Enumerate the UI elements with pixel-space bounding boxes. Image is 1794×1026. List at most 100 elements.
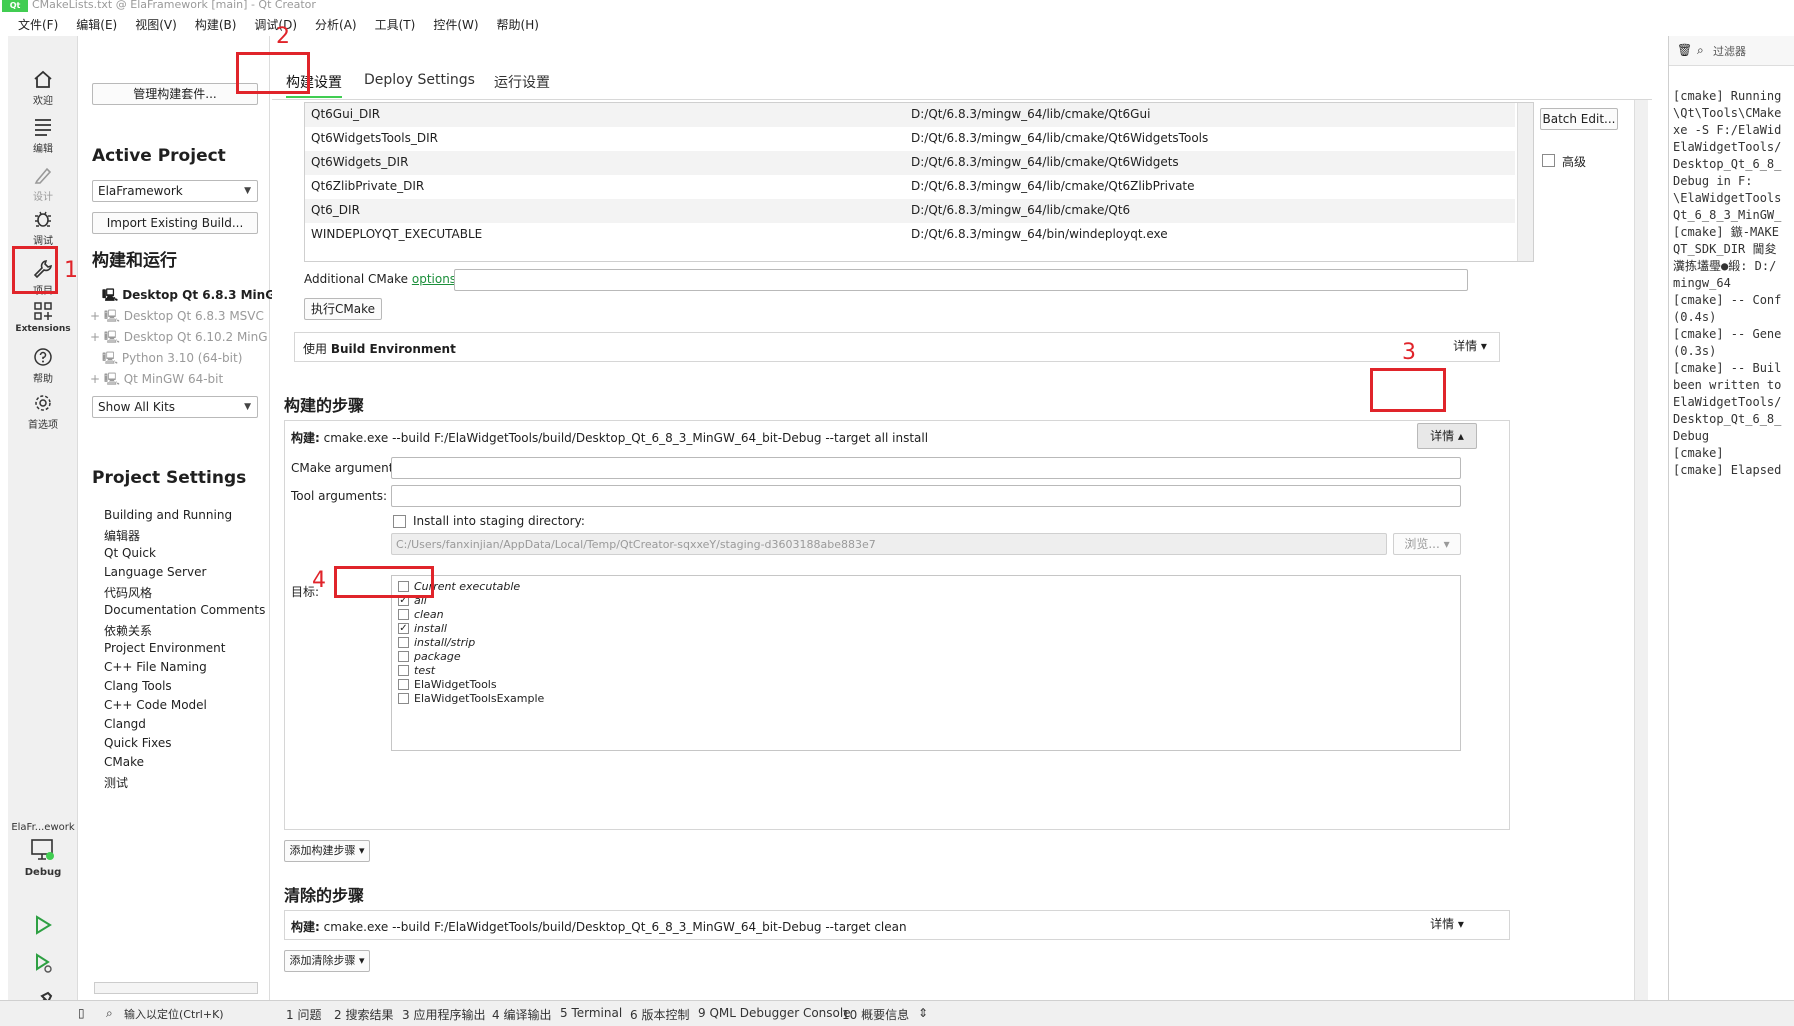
env-details-button[interactable]: 详情 ▾ (1445, 336, 1495, 358)
trash-icon[interactable]: 🗑 (1677, 43, 1692, 57)
sidebar-toggle-icon[interactable]: ▯ (78, 1006, 85, 1020)
settings-item[interactable]: Building and Running (104, 508, 232, 522)
target-checkbox[interactable] (398, 693, 409, 704)
advanced-checkbox[interactable] (1542, 154, 1555, 167)
add-clean-step-button[interactable]: 添加清除步骤 ▾ (284, 950, 370, 972)
table-scrollbar[interactable] (1517, 103, 1533, 261)
cmake-arguments-input[interactable] (391, 457, 1461, 479)
target-checkbox[interactable] (398, 609, 409, 620)
target-checkbox[interactable] (398, 651, 409, 662)
table-row[interactable]: Qt6ZlibPrivate_DIR D:/Qt/6.8.3/mingw_64/l… (305, 175, 1515, 199)
mode-extensions[interactable]: Extensions (8, 300, 78, 334)
menu-widgets[interactable]: 控件(W) (433, 16, 478, 34)
mode-debug[interactable]: 调试 (8, 208, 78, 247)
run-button[interactable] (8, 914, 78, 936)
target-checkbox[interactable]: ✓ (398, 623, 409, 634)
table-row[interactable]: Qt6WidgetsTools_DIR D:/Qt/6.8.3/mingw_64/… (305, 127, 1515, 151)
mode-welcome[interactable]: 欢迎 (8, 68, 78, 107)
menu-file[interactable]: 文件(F) (18, 16, 58, 34)
settings-item[interactable]: Documentation Comments (104, 603, 265, 617)
target-label: ElaWidgetTools (414, 678, 497, 691)
table-row[interactable]: Qt6Gui_DIR D:/Qt/6.8.3/mingw_64/lib/cmake… (305, 103, 1515, 127)
details-label: 详情 (1453, 339, 1478, 353)
run-cmake-button[interactable]: 执行CMake (304, 298, 382, 320)
settings-item[interactable]: Qt Quick (104, 546, 156, 560)
settings-item[interactable]: Language Server (104, 565, 206, 579)
tab-deploy-settings[interactable]: Deploy Settings (364, 72, 475, 88)
settings-item[interactable]: C++ File Naming (104, 660, 207, 674)
help-icon (34, 348, 52, 366)
mode-edit[interactable]: 编辑 (8, 116, 78, 155)
settings-item[interactable]: 测试 (104, 774, 128, 791)
kit-item[interactable]: + 🖳 Qt MinGW 64-bit (90, 370, 223, 391)
table-row[interactable]: Qt6Widgets_DIR D:/Qt/6.8.3/mingw_64/lib/c… (305, 151, 1515, 175)
target-checkbox[interactable] (398, 665, 409, 676)
kit-item[interactable]: 🖳 Python 3.10 (64-bit) (102, 349, 242, 370)
locator-input[interactable]: 输入以定位(Ctrl+K) (124, 1006, 224, 1022)
settings-item[interactable]: 依赖关系 (104, 622, 152, 639)
more-panes-icon[interactable]: ⇕ (918, 1006, 928, 1020)
settings-item[interactable]: Clang Tools (104, 679, 172, 693)
pane-compile-output[interactable]: 4 编译输出 (492, 1006, 551, 1023)
pane-qml-debugger[interactable]: 9 QML Debugger Console (698, 1006, 851, 1020)
clean-step-command: cmake.exe --build F:/ElaWidgetTools/buil… (323, 920, 907, 934)
tab-run-settings[interactable]: 运行设置 (494, 72, 550, 92)
browse-button[interactable]: 浏览... ▾ (1393, 533, 1461, 555)
pane-terminal[interactable]: 5 Terminal (560, 1006, 622, 1020)
menu-analyze[interactable]: 分析(A) (315, 16, 357, 34)
annotation-box (1370, 368, 1446, 412)
filter-input[interactable]: 过滤器 (1713, 43, 1746, 59)
staging-checkbox[interactable] (393, 515, 406, 528)
menu-view[interactable]: 视图(V) (135, 16, 177, 34)
tool-arguments-input[interactable] (391, 485, 1461, 507)
settings-item[interactable]: C++ Code Model (104, 698, 207, 712)
add-build-step-button[interactable]: 添加构建步骤 ▾ (284, 840, 370, 862)
mode-help[interactable]: 帮助 (8, 346, 78, 385)
manage-kits-button[interactable]: 管理构建套件... (92, 83, 258, 105)
show-kits-combo[interactable]: Show All Kits ▼ (92, 396, 258, 418)
kit-item[interactable]: + 🖳 Desktop Qt 6.8.3 MSVC (90, 307, 264, 328)
menu-build[interactable]: 构建(B) (195, 16, 237, 34)
mode-bar: 欢迎 编辑 设计 调试 项目 Extensions 帮助 首选项 ElaFr..… (8, 36, 78, 1026)
table-row[interactable]: WINDEPLOYQT_EXECUTABLE D:/Qt/6.8.3/mingw_… (305, 223, 1515, 247)
staging-path-input[interactable]: C:/Users/fanxinjian/AppData/Local/Temp/Q… (391, 533, 1387, 555)
target-checkbox[interactable] (398, 679, 409, 690)
settings-item[interactable]: CMake (104, 755, 144, 769)
menu-edit[interactable]: 编辑(E) (76, 16, 117, 34)
pane-general-messages[interactable]: 10 概要信息 (842, 1006, 909, 1023)
active-project-combo[interactable]: ElaFramework ▼ (92, 180, 258, 202)
pane-version-control[interactable]: 6 版本控制 (630, 1006, 689, 1023)
clean-step-details-button[interactable]: 详情 ▾ (1417, 914, 1477, 936)
settings-item[interactable]: Clangd (104, 717, 146, 731)
settings-item[interactable]: Project Environment (104, 641, 226, 655)
var-name: Qt6Gui_DIR (311, 107, 381, 121)
mode-label: 帮助 (33, 374, 53, 385)
settings-item[interactable]: 代码风格 (104, 584, 152, 601)
import-build-button[interactable]: Import Existing Build... (92, 212, 258, 234)
debug-run-button[interactable] (8, 952, 78, 974)
batch-edit-button[interactable]: Batch Edit... (1540, 108, 1618, 130)
menu-help[interactable]: 帮助(H) (497, 16, 539, 34)
kit-item[interactable]: 🖳 Desktop Qt 6.8.3 MinG (102, 286, 275, 307)
horizontal-scrollbar[interactable] (94, 982, 258, 994)
main-scrollbar[interactable] (1634, 100, 1648, 1000)
pane-search-results[interactable]: 2 搜索结果 (334, 1006, 393, 1023)
pane-issues[interactable]: 1 问题 (286, 1006, 321, 1023)
annotation-box (12, 246, 58, 294)
settings-item[interactable]: 编辑器 (104, 527, 140, 544)
menu-tools[interactable]: 工具(T) (375, 16, 416, 34)
table-row[interactable]: Qt6_DIR D:/Qt/6.8.3/mingw_64/lib/cmake/Qt… (305, 199, 1515, 223)
mode-preferences[interactable]: 首选项 (8, 392, 78, 431)
cmake-options-link[interactable]: options (412, 272, 456, 286)
settings-item[interactable]: Quick Fixes (104, 736, 171, 750)
build-step-command: cmake.exe --build F:/ElaWidgetTools/buil… (323, 431, 929, 445)
kit-item[interactable]: + 🖳 Desktop Qt 6.10.2 MinG (90, 328, 268, 349)
target-checkbox[interactable] (398, 637, 409, 648)
target-selector[interactable]: ElaFr...ework Debug (8, 820, 78, 878)
chevron-down-icon: ▼ (244, 402, 251, 412)
build-step-details-button[interactable]: 详情 ▴ (1417, 423, 1477, 449)
mode-design[interactable]: 设计 (8, 164, 78, 203)
additional-cmake-options-input[interactable] (454, 269, 1468, 291)
pane-application-output[interactable]: 3 应用程序输出 (402, 1006, 485, 1023)
show-kits-value: Show All Kits (98, 400, 176, 414)
